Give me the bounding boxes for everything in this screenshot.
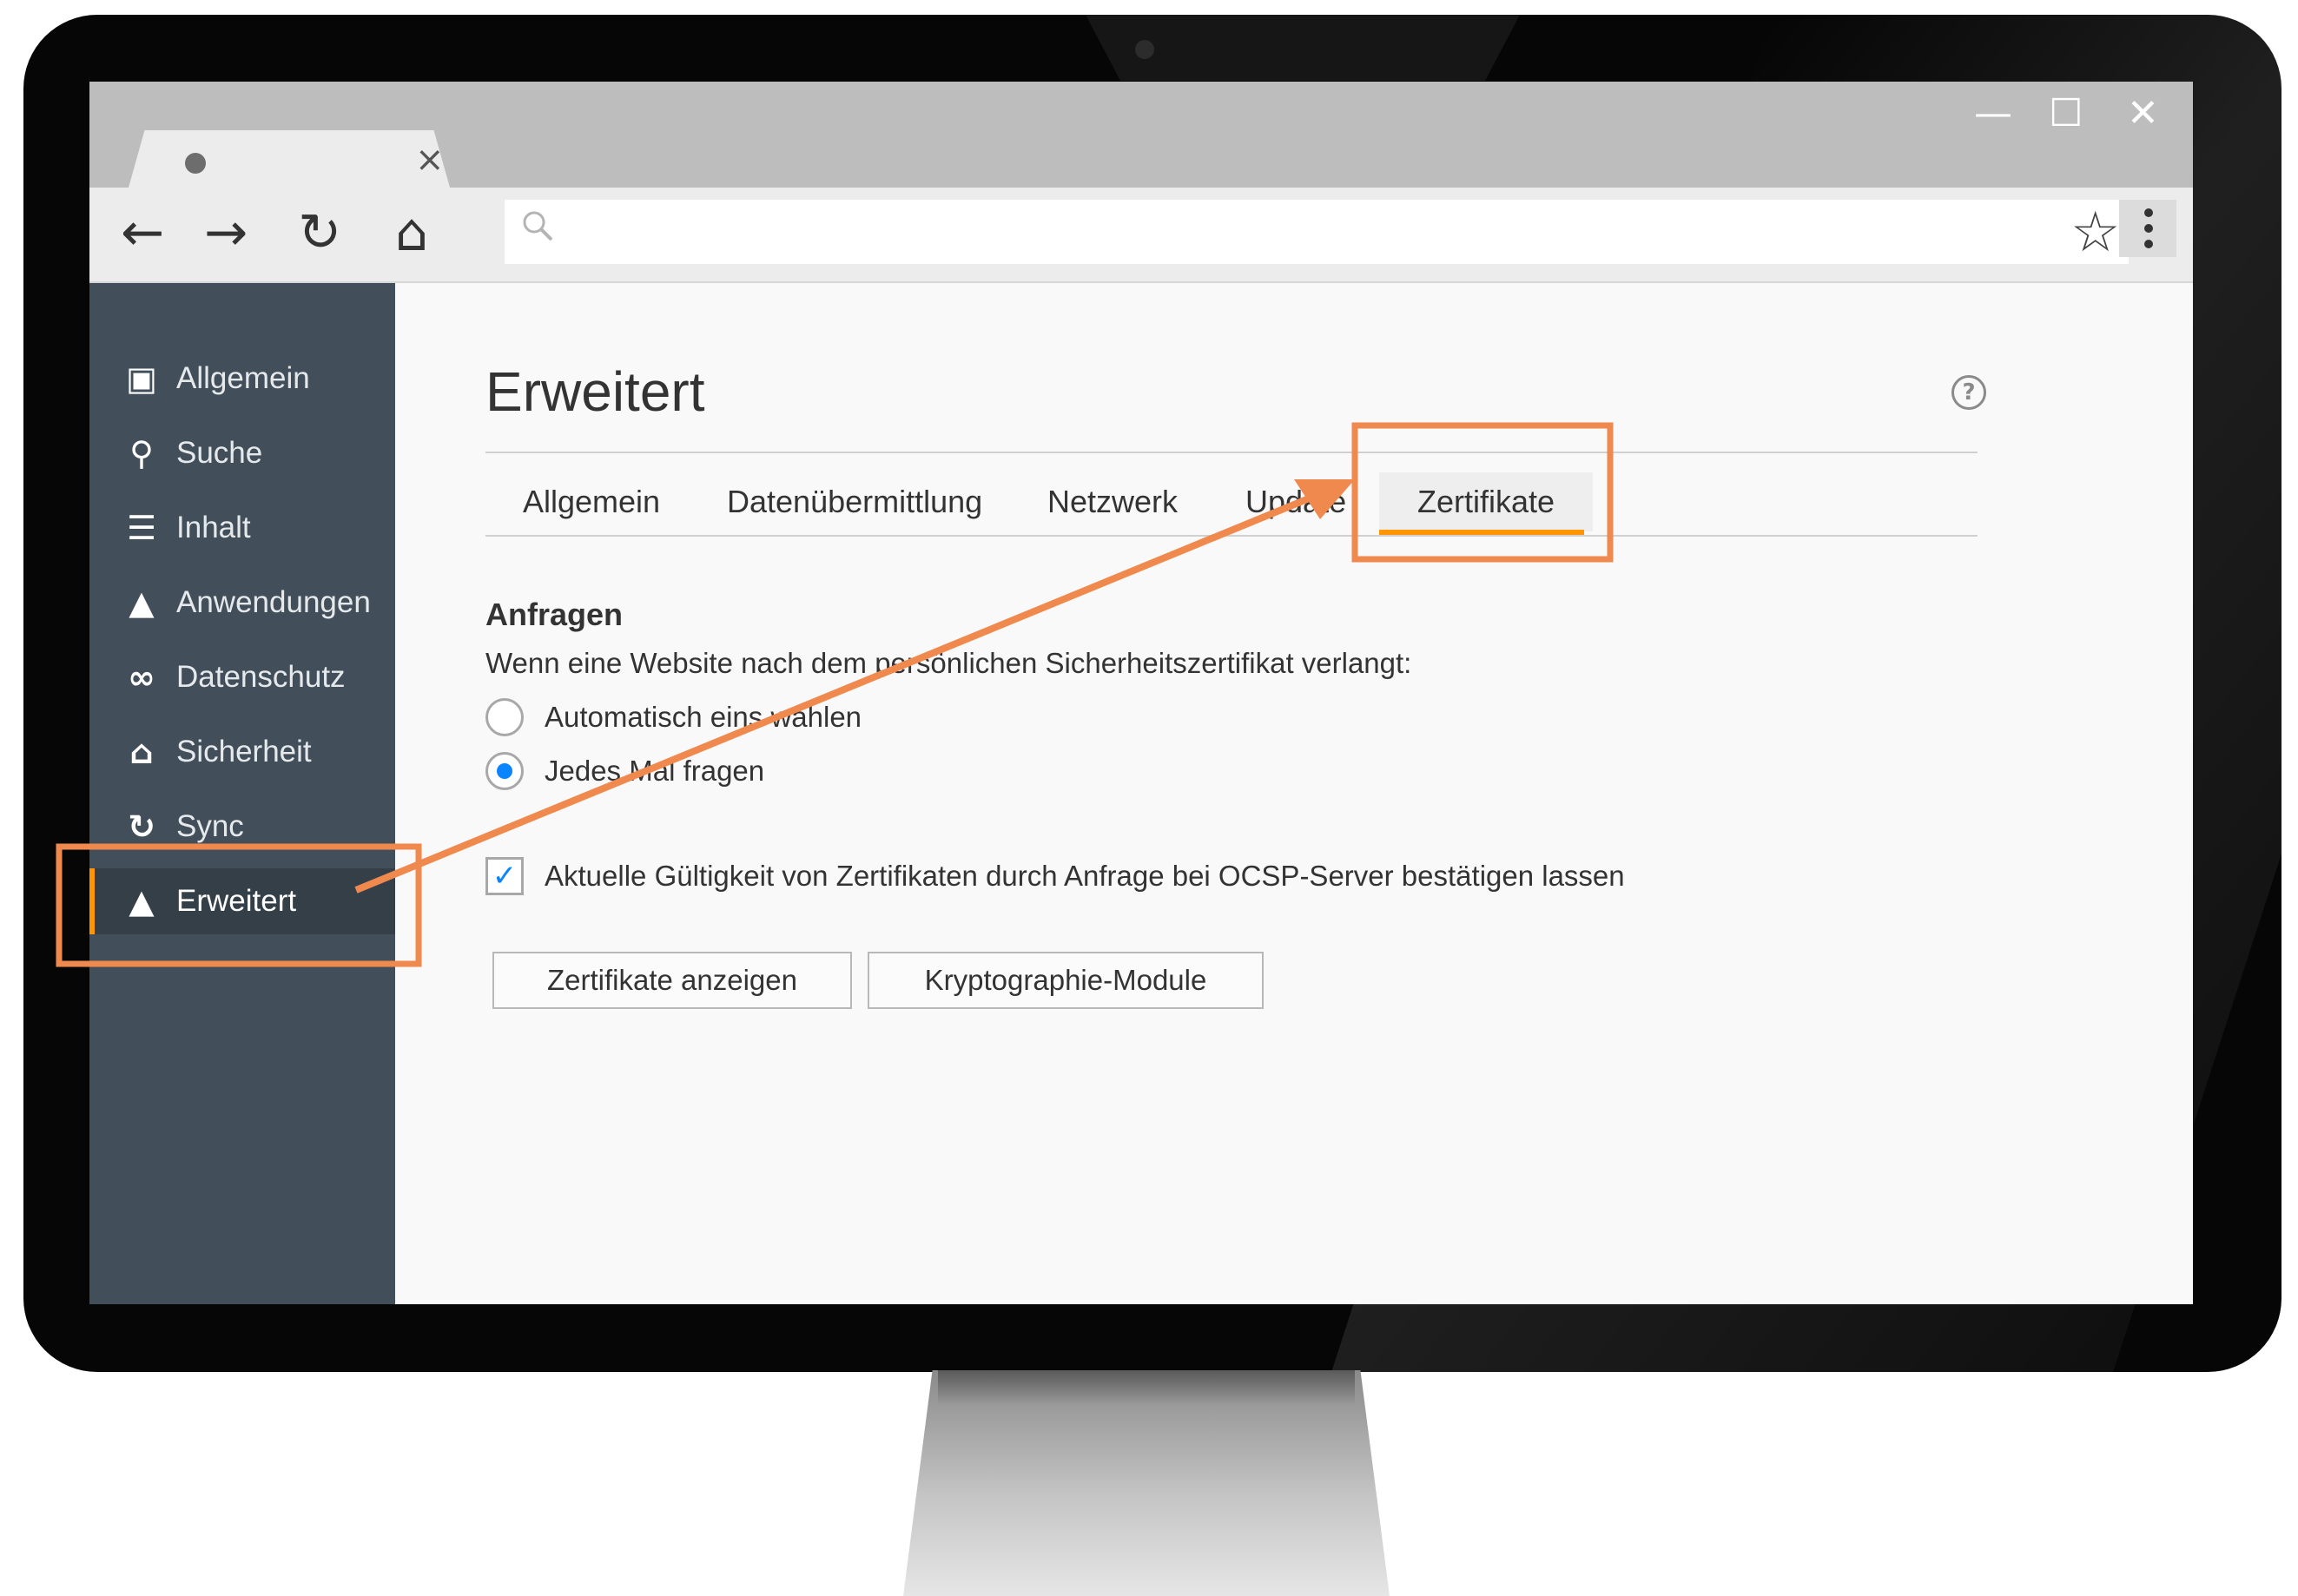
sidebar-item-inhalt[interactable]: ☰ Inhalt (89, 495, 395, 561)
reload-icon[interactable]: ↻ (298, 207, 341, 259)
browser-window: × — ☐ ✕ ← → ↻ ⌂ ☆ ▣ Allgemein ⚲ Suche ☰ … (89, 82, 2193, 1304)
sidebar-item-allgemein[interactable]: ▣ Allgemein (89, 346, 395, 412)
sidebar-item-sicherheit[interactable]: ⌂ Sicherheit (89, 719, 395, 785)
section-description: Wenn eine Website nach dem persönlichen … (485, 647, 1412, 679)
tabs-divider (485, 535, 1978, 537)
tab-close-icon[interactable]: × (415, 142, 445, 177)
preferences-sidebar: ▣ Allgemein ⚲ Suche ☰ Inhalt ▲ Anwendung… (89, 283, 395, 1304)
section-title: Anfragen (485, 597, 624, 632)
security-devices-button[interactable]: Kryptographie-Module (868, 952, 1264, 1009)
sidebar-item-label: Sicherheit (176, 735, 312, 768)
home-icon[interactable]: ⌂ (395, 207, 428, 259)
sidebar-item-label: Erweitert (176, 884, 297, 918)
maximize-button[interactable]: ☐ (2049, 92, 2083, 135)
minimize-button[interactable]: — (1974, 92, 2012, 135)
page-title: Erweitert (485, 360, 705, 423)
bookmark-star-icon[interactable]: ☆ (2070, 205, 2120, 261)
tab-netzwerk[interactable]: Netzwerk (1047, 483, 1178, 521)
sidebar-item-label: Inhalt (176, 511, 251, 544)
radio-label[interactable]: Jedes Mal fragen (545, 752, 764, 790)
tab-update[interactable]: Update (1245, 483, 1346, 521)
url-input[interactable] (574, 207, 2019, 259)
sidebar-item-label: Suche (176, 436, 263, 470)
sidebar-item-label: Datenschutz (176, 660, 346, 694)
favicon-icon (185, 153, 206, 174)
document-icon: ☰ (126, 509, 157, 547)
general-icon: ▣ (126, 359, 157, 398)
tab-datenuebermittlung[interactable]: Datenübermittlung (727, 483, 982, 521)
radio-label[interactable]: Automatisch eins wählen (545, 698, 862, 736)
menu-dot (2144, 240, 2153, 248)
wizard-hat-icon: ▲ (129, 882, 155, 920)
rocket-icon: ▲ (129, 584, 155, 622)
lock-icon: ⌂ (129, 733, 154, 771)
radio-automatisch[interactable] (485, 698, 524, 736)
search-icon: ⚲ (129, 434, 154, 472)
sync-icon: ↻ (128, 808, 155, 846)
preferences-content: Erweitert ? Allgemein Datenübermittlung … (395, 283, 2193, 1304)
sidebar-item-anwendungen[interactable]: ▲ Anwendungen (89, 570, 395, 636)
tab-zertifikate[interactable]: Zertifikate (1379, 472, 1594, 531)
browser-tab[interactable]: × (129, 130, 450, 188)
sidebar-item-label: Sync (176, 809, 244, 843)
camera-icon (1135, 40, 1154, 59)
sidebar-item-label: Anwendungen (176, 585, 371, 619)
title-bar: × — ☐ ✕ (89, 82, 2193, 188)
mask-icon: ∞ (128, 658, 155, 696)
tab-allgemein[interactable]: Allgemein (523, 483, 660, 521)
stand-shadow (938, 1370, 1355, 1405)
sidebar-item-datenschutz[interactable]: ∞ Datenschutz (89, 644, 395, 710)
menu-dot (2144, 224, 2153, 233)
menu-button[interactable] (2119, 200, 2176, 257)
sidebar-item-erweitert[interactable]: ▲ Erweitert (89, 868, 395, 934)
menu-dot (2144, 208, 2153, 217)
sidebar-item-suche[interactable]: ⚲ Suche (89, 420, 395, 486)
search-icon (523, 211, 553, 241)
checkbox-label[interactable]: Aktuelle Gültigkeit von Zertifikaten dur… (545, 857, 1625, 895)
forward-arrow-icon[interactable]: → (204, 207, 248, 259)
back-arrow-icon[interactable]: ← (121, 207, 164, 259)
help-icon[interactable]: ? (1951, 375, 1986, 410)
view-certificates-button[interactable]: Zertifikate anzeigen (492, 952, 852, 1009)
sidebar-item-label: Allgemein (176, 361, 310, 395)
sidebar-item-sync[interactable]: ↻ Sync (89, 794, 395, 860)
navigation-toolbar: ← → ↻ ⌂ ☆ (89, 188, 2193, 283)
radio-jedes-mal[interactable] (485, 752, 524, 790)
address-bar[interactable]: ☆ (505, 200, 2129, 264)
ocsp-checkbox[interactable]: ✓ (485, 857, 524, 895)
title-divider (485, 452, 1978, 453)
close-window-button[interactable]: ✕ (2127, 92, 2159, 135)
